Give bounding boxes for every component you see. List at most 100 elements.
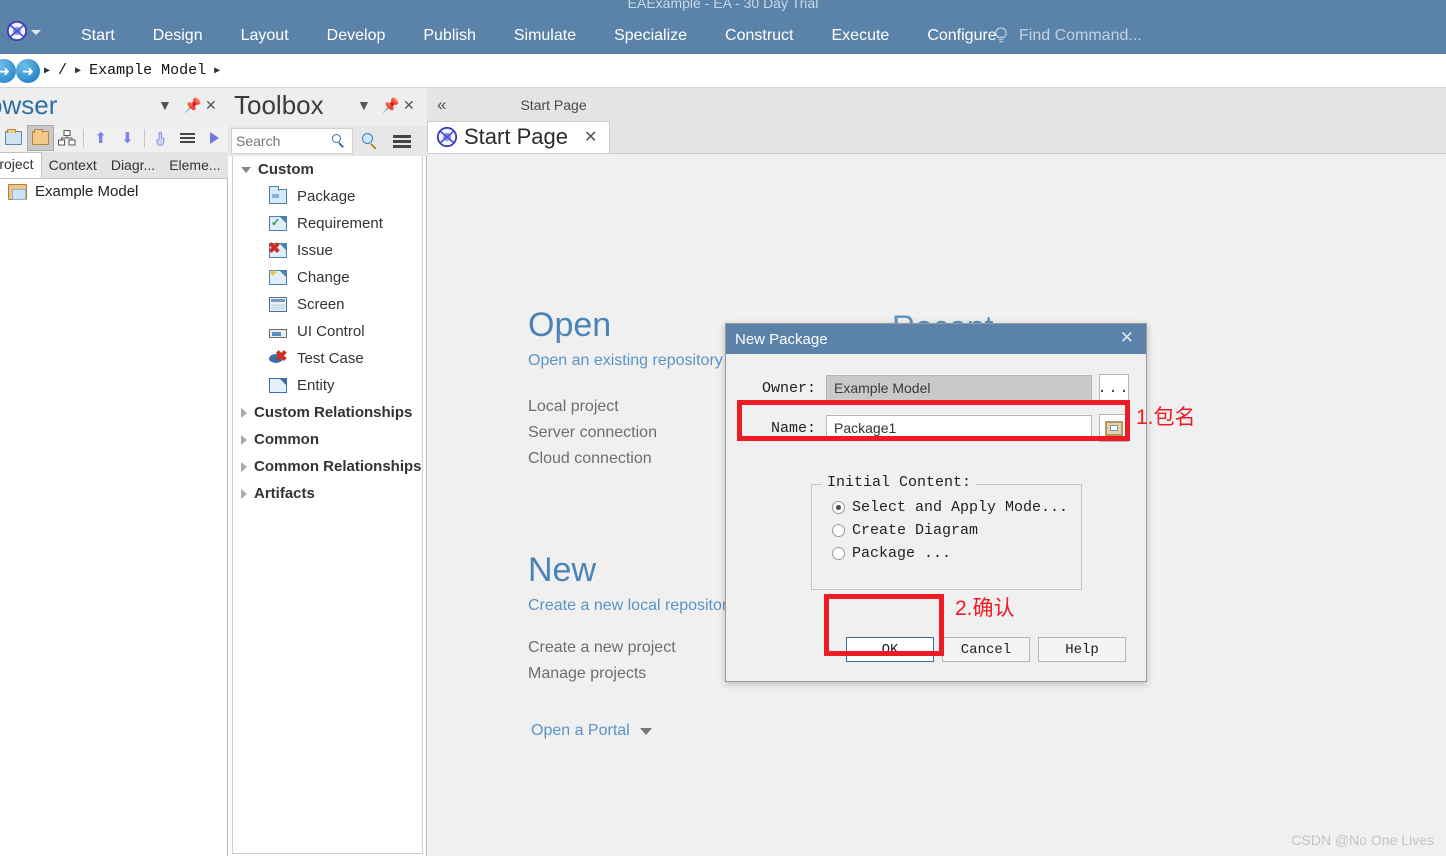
ribbon-tab-publish[interactable]: Publish <box>404 22 494 50</box>
diagram-hierarchy-icon[interactable] <box>54 125 81 151</box>
annotation-label-step-2: 2.确认 <box>955 597 1015 620</box>
toolbox-search-bar <box>228 126 427 156</box>
ribbon-tab-execute[interactable]: Execute <box>813 22 909 50</box>
breadcrumb-caret-icon[interactable]: ▶ <box>214 65 220 77</box>
toolbox-item-ui-control[interactable]: UI Control <box>233 318 422 345</box>
close-icon[interactable]: ✕ <box>584 127 597 147</box>
model-folder-icon <box>8 183 27 200</box>
owner-label: Owner: <box>761 379 816 397</box>
toolbox-item-requirement[interactable]: ✓ Requirement <box>233 210 422 237</box>
breadcrumb-item-example-model[interactable]: Example Model <box>89 62 206 79</box>
annotation-label-step-1: 1.包名 <box>1136 406 1196 429</box>
toolbox-item-package[interactable]: Package <box>233 183 422 210</box>
radio-package[interactable]: Package ... <box>832 545 1081 562</box>
search-go-icon <box>361 132 379 150</box>
browser-panel-title: Browser <box>0 90 58 120</box>
toolbox-group-common-relationships[interactable]: Common Relationships <box>233 453 422 480</box>
toolbox-group-custom-relationships[interactable]: Custom Relationships <box>233 399 422 426</box>
back-button[interactable]: ➜ <box>0 59 16 83</box>
chevron-down-icon <box>241 166 251 173</box>
toolbox-item-issue[interactable]: ✖ Issue <box>233 237 422 264</box>
close-icon[interactable]: ✕ <box>205 97 217 114</box>
browser-tree: Example Model <box>0 179 228 229</box>
browser-tab-project[interactable]: Project <box>0 152 42 178</box>
ea-logo-icon <box>436 126 458 148</box>
ribbon-tab-simulate[interactable]: Simulate <box>495 22 595 50</box>
toolbox-item-screen[interactable]: Screen <box>233 291 422 318</box>
radio-label: Package ... <box>852 545 952 562</box>
toolbox-item-entity[interactable]: Entity <box>233 372 422 399</box>
toolbox-group-label: Custom Relationships <box>254 404 413 421</box>
pin-icon[interactable]: 📌 <box>382 97 399 114</box>
toolbox-menu-icon[interactable]: ▼ <box>357 97 371 113</box>
search-go-button[interactable] <box>353 132 387 150</box>
toolbox-group-label: Common <box>254 431 319 448</box>
tree-item-example-model[interactable]: Example Model <box>0 179 228 204</box>
play-icon[interactable] <box>201 125 228 151</box>
annotation-highlight-name-field <box>737 400 1130 441</box>
radio-create-diagram[interactable]: Create Diagram <box>832 522 1081 539</box>
toolbox-item-test-case[interactable]: ✖ Test Case <box>233 345 422 372</box>
search-input[interactable] <box>236 133 332 149</box>
package-view-icon[interactable] <box>0 125 27 151</box>
ribbon-tab-start[interactable]: Start <box>62 22 134 50</box>
browser-tab-diagrams[interactable]: Diagr... <box>104 154 162 178</box>
ribbon-tab-specialize[interactable]: Specialize <box>595 22 706 50</box>
toolbox-group-label: Custom <box>258 161 314 178</box>
toolbox-item-label: Requirement <box>297 215 383 232</box>
find-command-box[interactable]: Find Command... <box>993 22 1142 50</box>
toolbox-item-label: UI Control <box>297 323 365 340</box>
toolbox-group-custom[interactable]: Custom <box>233 156 422 183</box>
hand-pointer-icon[interactable] <box>148 125 175 151</box>
browser-panel: Browser ▼ 📌 ✕ ⬆ ⬇ <box>0 88 228 856</box>
ea-logo-icon[interactable] <box>6 20 28 42</box>
annotation-highlight-ok-button <box>824 594 944 656</box>
chevrons-left-icon[interactable]: « <box>427 95 458 115</box>
toolbox-item-label: Test Case <box>297 350 364 367</box>
package-icon <box>269 186 287 204</box>
owner-browse-button[interactable]: ... <box>1098 374 1129 402</box>
help-button[interactable]: Help <box>1038 637 1126 662</box>
document-tab-list: Start Page ✕ <box>427 121 1446 154</box>
breadcrumb-root[interactable]: / <box>58 62 67 79</box>
entity-icon <box>269 378 287 393</box>
breadcrumb-caret-icon[interactable]: ▶ <box>44 65 50 77</box>
cancel-button[interactable]: Cancel <box>942 637 1030 662</box>
radio-icon <box>832 501 845 514</box>
chevron-down-icon[interactable] <box>31 30 41 35</box>
document-header-label: Start Page <box>520 96 587 113</box>
chevron-right-icon <box>241 407 247 418</box>
close-icon[interactable]: ✕ <box>403 97 415 114</box>
toolbox-group-artifacts[interactable]: Artifacts <box>233 480 422 507</box>
radio-label: Create Diagram <box>852 522 979 539</box>
toolbox-item-change[interactable]: ✦ Change <box>233 264 422 291</box>
open-a-portal-button[interactable]: Open a Portal <box>531 722 652 740</box>
ribbon-tab-develop[interactable]: Develop <box>308 22 405 50</box>
chevron-right-icon <box>241 434 247 445</box>
folder-icon[interactable] <box>26 125 54 151</box>
document-tab-label: Start Page <box>464 124 568 149</box>
breadcrumb-caret-icon[interactable]: ▶ <box>75 65 81 77</box>
browser-menu-icon[interactable]: ▼ <box>158 97 172 113</box>
document-tab-start-page[interactable]: Start Page ✕ <box>427 121 611 153</box>
toolbox-options-button[interactable] <box>387 134 417 148</box>
forward-button[interactable]: ➜ <box>16 59 40 83</box>
close-icon[interactable]: ✕ <box>1120 328 1134 348</box>
list-menu-icon[interactable] <box>174 125 201 151</box>
toolbox-panel-header: Toolbox ▼ 📌 ✕ <box>228 88 427 126</box>
toolbox-group-common[interactable]: Common <box>233 426 422 453</box>
ribbon-tab-construct[interactable]: Construct <box>706 22 812 50</box>
browser-panel-header: Browser ▼ 📌 ✕ <box>0 88 228 124</box>
breadcrumb: ▶ / ▶ Example Model ▶ <box>44 54 220 87</box>
move-up-icon[interactable]: ⬆ <box>87 125 114 151</box>
ribbon-tab-layout[interactable]: Layout <box>222 22 308 50</box>
browser-tab-context[interactable]: Context <box>42 154 104 178</box>
ribbon-tab-design[interactable]: Design <box>134 22 222 50</box>
document-header-bar: « Start Page <box>427 88 1446 121</box>
pin-icon[interactable]: 📌 <box>184 97 201 114</box>
open-a-portal-label: Open a Portal <box>531 722 630 739</box>
move-down-icon[interactable]: ⬇ <box>114 125 141 151</box>
radio-select-and-apply-mode[interactable]: Select and Apply Mode... <box>832 499 1081 516</box>
browser-tab-elements[interactable]: Eleme... <box>162 154 227 178</box>
search-input-wrapper[interactable] <box>231 128 353 154</box>
